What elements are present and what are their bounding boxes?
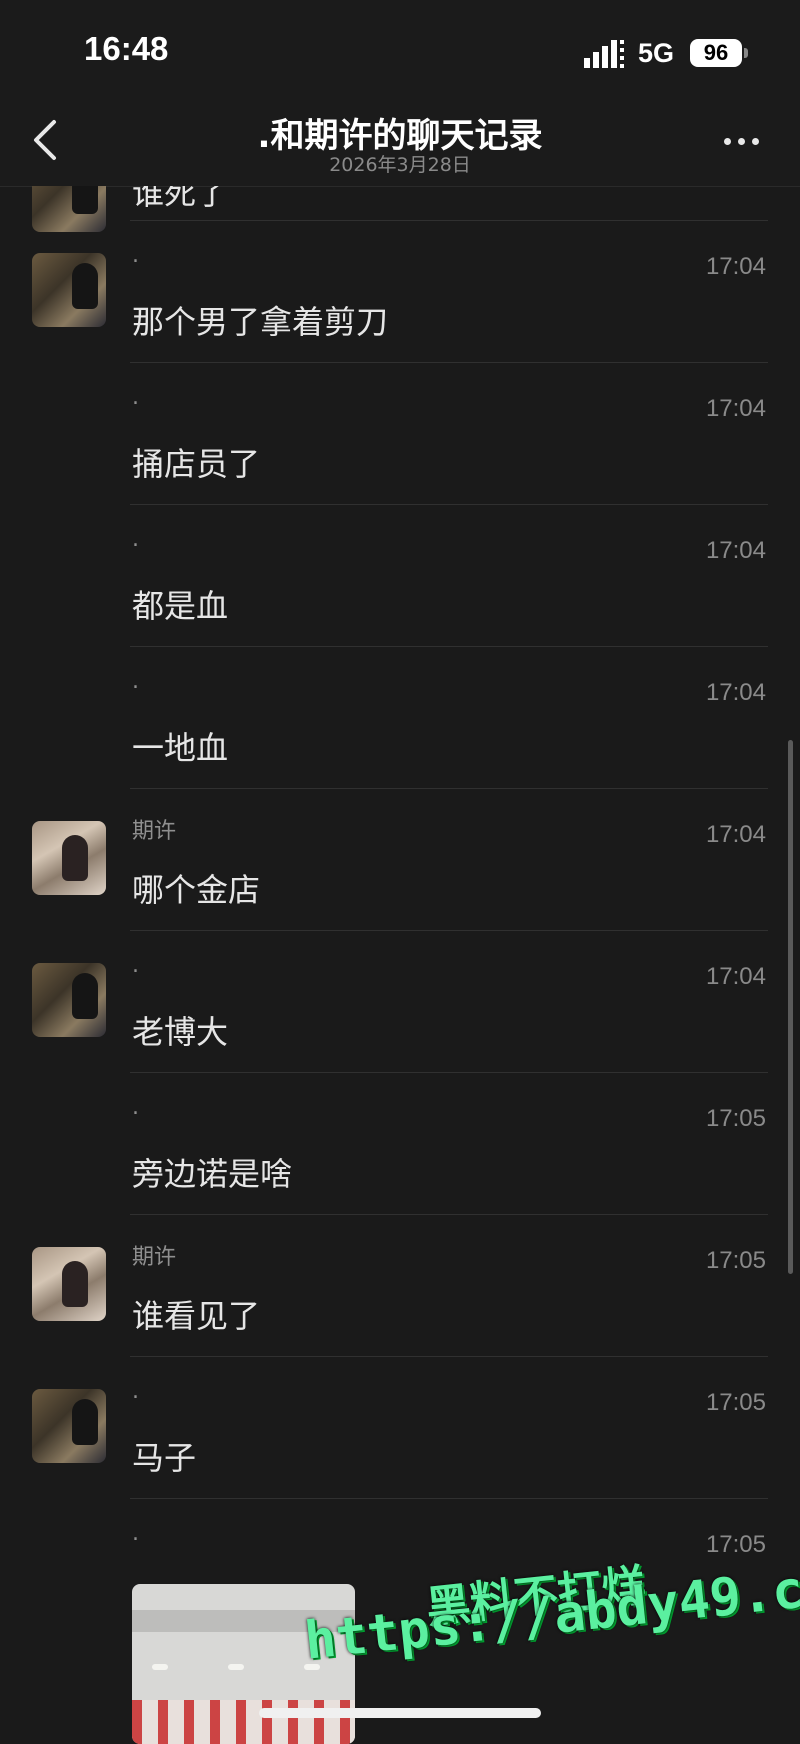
message-time: 17:04 (705, 821, 766, 848)
message-sender: 期许 (132, 1245, 177, 1270)
battery-tip (744, 48, 748, 58)
message-time: 17:04 (705, 537, 766, 564)
chat-message: . 17:05 马子 (0, 1357, 800, 1499)
avatar-figure (62, 1261, 88, 1307)
image-lamp (152, 1664, 168, 1670)
message-sender: . (132, 1521, 139, 1546)
message-text: 马子 (132, 1439, 197, 1477)
chat-message: . 17:04 捅店员了 (0, 363, 800, 505)
message-sender: . (132, 1095, 139, 1120)
message-sender: . (132, 953, 139, 978)
chat-message: . 17:04 都是血 (0, 505, 800, 647)
message-sender: . (132, 243, 139, 268)
message-time: 17:04 (705, 395, 766, 422)
more-dot-icon (738, 138, 745, 145)
message-text: 哪个金店 (132, 871, 261, 909)
avatar-figure (72, 973, 98, 1019)
message-time: 17:04 (705, 679, 766, 706)
message-sender: . (132, 1379, 139, 1404)
more-dot-icon (724, 138, 731, 145)
message-sender: . (132, 385, 139, 410)
message-text: 老博大 (132, 1013, 229, 1051)
message-time: 17:04 (705, 253, 766, 280)
user-avatar[interactable] (32, 821, 106, 895)
message-sender: . (132, 527, 139, 552)
message-text: 捅店员了 (132, 445, 261, 483)
chat-message: . 17:04 一地血 (0, 647, 800, 789)
chat-history-list[interactable]: 谁死了 . 17:04 那个男了拿着剪刀 . 17:04 捅店员了 . 17:0… (0, 186, 800, 1733)
message-text: 那个男了拿着剪刀 (132, 303, 389, 341)
chat-message: . 17:04 老博大 (0, 931, 800, 1073)
status-time: 16:48 (84, 30, 169, 67)
avatar-figure (72, 263, 98, 309)
scrollbar[interactable] (788, 740, 793, 1274)
message-text: 谁看见了 (132, 1297, 261, 1335)
nav-bar: .和期许的聊天记录 2026年3月28日 (0, 100, 800, 187)
message-time: 17:05 (705, 1389, 766, 1416)
signal-icon (584, 40, 624, 68)
avatar-figure (72, 186, 98, 214)
chat-date: 2026年3月28日 (329, 154, 471, 176)
chat-message: 期许 17:05 谁看见了 (0, 1215, 800, 1357)
chat-message: 期许 17:04 哪个金店 (0, 789, 800, 931)
chat-message: . 17:04 那个男了拿着剪刀 (0, 221, 800, 363)
user-avatar[interactable] (32, 963, 106, 1037)
message-time: 17:05 (705, 1247, 766, 1274)
battery-icon: 96 (690, 39, 742, 67)
message-sender: 期许 (132, 819, 177, 844)
image-lamp (228, 1664, 244, 1670)
status-bar: 16:48 5G 96 (0, 0, 800, 100)
user-avatar[interactable] (32, 1247, 106, 1321)
image-shelf (132, 1700, 355, 1744)
avatar-figure (72, 1399, 98, 1445)
more-options-button[interactable] (718, 122, 766, 158)
message-text: 都是血 (132, 587, 229, 625)
network-type: 5G (638, 38, 675, 68)
message-sender: . (132, 669, 139, 694)
message-time: 17:05 (705, 1105, 766, 1132)
message-time: 17:05 (705, 1531, 766, 1558)
message-text: 旁边诺是啥 (132, 1155, 293, 1193)
more-dot-icon (752, 138, 759, 145)
avatar-figure (62, 835, 88, 881)
user-avatar[interactable] (32, 1389, 106, 1463)
home-indicator[interactable] (259, 1708, 541, 1718)
message-text: 一地血 (132, 729, 229, 767)
message-time: 17:04 (705, 963, 766, 990)
chat-message: 谁死了 (0, 186, 800, 232)
chat-message: . 17:05 旁边诺是啥 (0, 1073, 800, 1215)
message-text: 谁死了 (132, 186, 229, 212)
user-avatar[interactable] (32, 253, 106, 327)
